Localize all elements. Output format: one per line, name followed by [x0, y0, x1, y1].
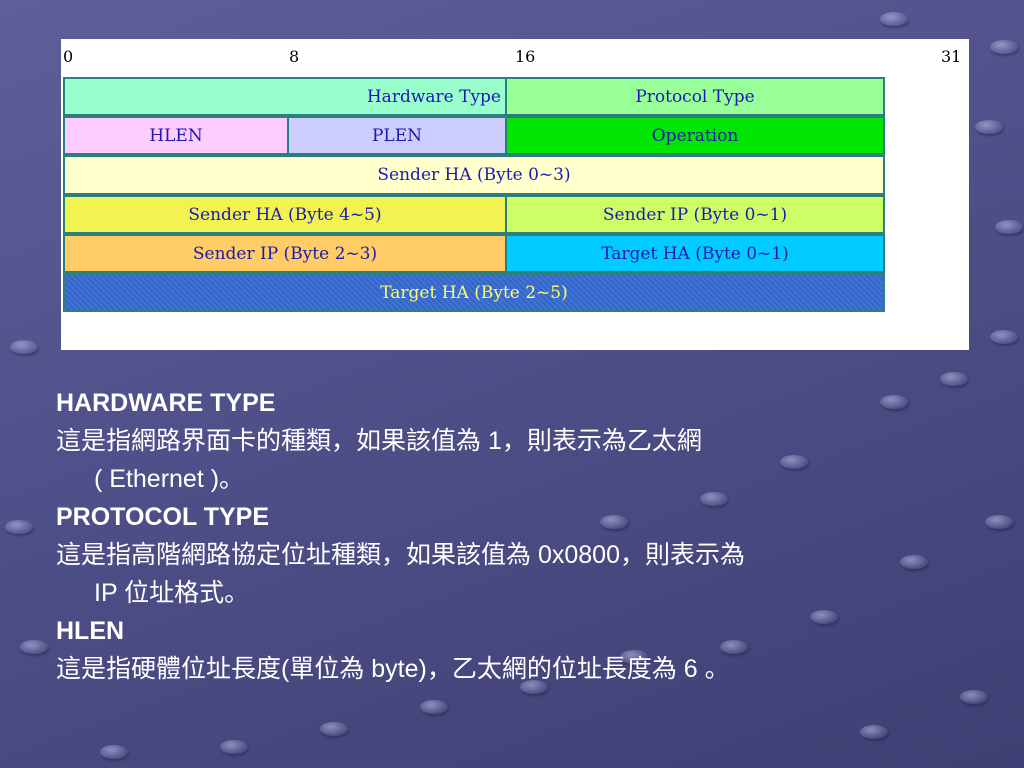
- hardware-type-description: 這是指網路界面卡的種類，如果該值為 1，則表示為乙太網: [56, 427, 702, 455]
- field-plen: PLEN: [287, 116, 507, 155]
- hardware-type-heading: HARDWARE TYPE: [56, 389, 276, 417]
- arp-packet-diagram: 0 8 16 31 Hardware Type Protocol Type HL…: [61, 39, 969, 350]
- field-label: Hardware Type: [366, 86, 501, 107]
- bit-marker-31: 31: [941, 47, 962, 66]
- hlen-description: 這是指硬體位址長度(單位為 byte)，乙太網的位址長度為 6 。: [56, 655, 730, 683]
- bg-droplet: [220, 740, 248, 754]
- field-label: Operation: [651, 125, 739, 146]
- field-sender-ha-0-3: Sender HA (Byte 0~3): [63, 155, 885, 195]
- bg-droplet: [960, 690, 988, 704]
- bit-marker-16: 16: [515, 47, 536, 66]
- field-label: Sender IP (Byte 0~1): [602, 204, 788, 225]
- bg-droplet: [975, 120, 1003, 134]
- bit-marker-8: 8: [289, 47, 300, 66]
- bit-marker-0: 0: [63, 47, 74, 66]
- field-target-ha-2-5: Target HA (Byte 2~5): [63, 273, 885, 312]
- field-label: HLEN: [149, 125, 203, 146]
- field-target-ha-0-1: Target HA (Byte 0~1): [505, 234, 885, 273]
- hlen-heading: HLEN: [56, 617, 125, 645]
- field-protocol-type: Protocol Type: [505, 77, 885, 116]
- protocol-type-description: 這是指高階網路協定位址種類，如果該值為 0x0800，則表示為: [56, 541, 745, 569]
- field-label: Sender IP (Byte 2~3): [192, 243, 378, 264]
- field-hardware-type: Hardware Type: [63, 77, 507, 116]
- field-label: PLEN: [371, 125, 422, 146]
- field-label: Protocol Type: [635, 86, 755, 107]
- bg-droplet: [990, 40, 1018, 54]
- bg-droplet: [880, 12, 908, 26]
- field-sender-ip-0-1: Sender IP (Byte 0~1): [505, 195, 885, 234]
- bg-droplet: [320, 722, 348, 736]
- field-label: Sender HA (Byte 0~3): [377, 165, 571, 185]
- bg-droplet: [995, 220, 1023, 234]
- field-label: Target HA (Byte 0~1): [601, 243, 789, 264]
- bg-droplet: [10, 340, 38, 354]
- field-operation: Operation: [505, 116, 885, 155]
- bg-droplet: [990, 330, 1018, 344]
- field-hlen: HLEN: [63, 116, 289, 155]
- protocol-type-description-cont: IP 位址格式。: [94, 579, 250, 607]
- field-label: Sender HA (Byte 4~5): [188, 204, 382, 225]
- bg-droplet: [860, 725, 888, 739]
- bg-droplet: [5, 520, 33, 534]
- bg-droplet: [100, 745, 128, 759]
- field-sender-ip-2-3: Sender IP (Byte 2~3): [63, 234, 507, 273]
- hardware-type-description-cont: ( Ethernet )。: [94, 465, 245, 493]
- field-sender-ha-4-5: Sender HA (Byte 4~5): [63, 195, 507, 234]
- bg-droplet: [420, 700, 448, 714]
- field-label: Target HA (Byte 2~5): [380, 282, 568, 303]
- protocol-type-heading: PROTOCOL TYPE: [56, 503, 270, 531]
- description-text: HARDWARE TYPE 這是指網路界面卡的種類，如果該值為 1，則表示為乙太…: [56, 384, 1006, 688]
- bg-droplet: [20, 640, 48, 654]
